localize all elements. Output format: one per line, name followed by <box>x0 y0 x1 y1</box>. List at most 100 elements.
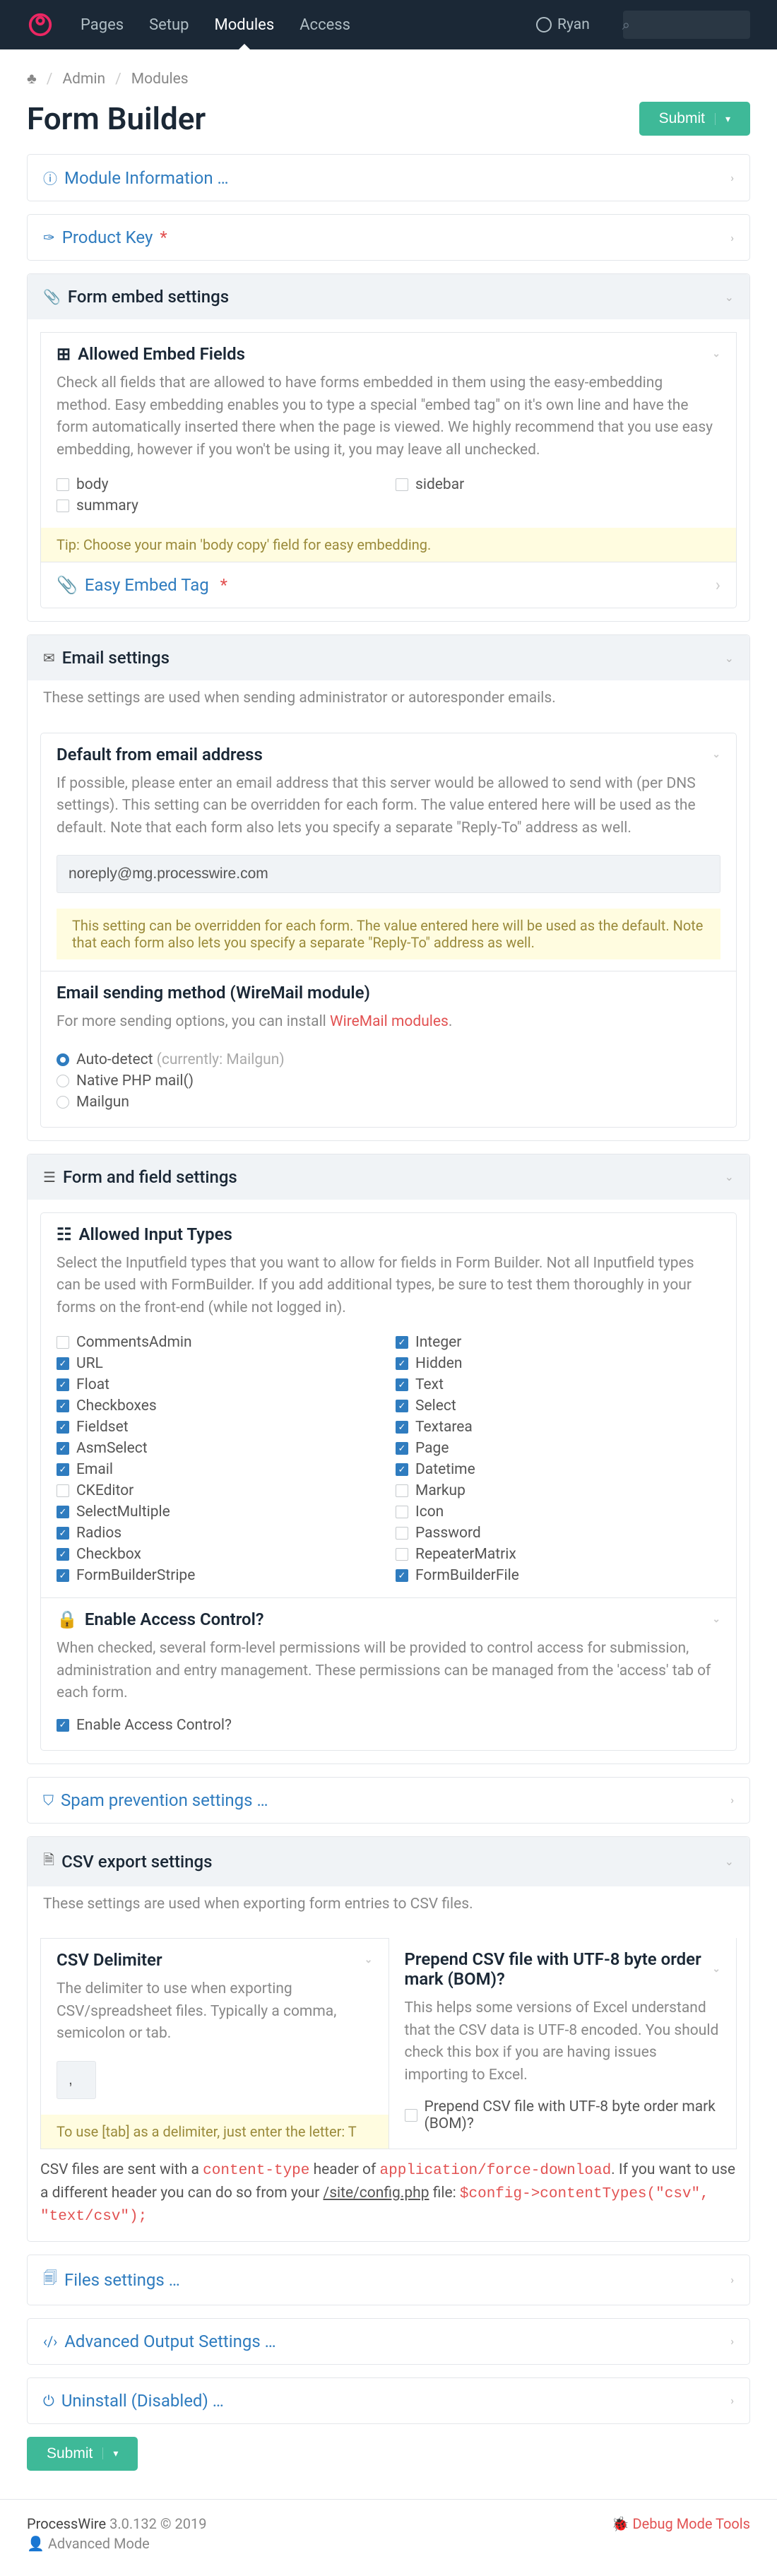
csv-delimiter-title[interactable]: CSV Delimiter ⌄ <box>41 1939 389 1974</box>
checkbox-icon: ✓ <box>57 1378 69 1391</box>
csv-delimiter-input[interactable] <box>57 2061 96 2099</box>
checkbox-checkboxes[interactable]: ✓Checkboxes <box>57 1395 381 1417</box>
checkbox-icon: ✓ <box>57 1569 69 1582</box>
module-information-toggle[interactable]: ⓘ Module Information … › <box>28 155 749 201</box>
envelope-icon: ✉ <box>43 649 55 666</box>
default-from-email-title[interactable]: Default from email address ⌄ <box>41 733 736 769</box>
form-field-settings-toggle[interactable]: ☰ Form and field settings ⌄ <box>28 1154 749 1200</box>
csv-bom-title[interactable]: Prepend CSV file with UTF-8 byte order m… <box>389 1938 737 1993</box>
power-icon: ⏻ <box>43 2392 54 2409</box>
csv-bom-checkbox[interactable]: Prepend CSV file with UTF-8 byte order m… <box>405 2096 721 2134</box>
nav-setup[interactable]: Setup <box>136 0 201 49</box>
checkbox-integer[interactable]: ✓Integer <box>396 1332 720 1353</box>
checkbox-hidden[interactable]: ✓Hidden <box>396 1353 720 1374</box>
crumb-admin[interactable]: Admin <box>62 71 105 88</box>
chevron-right-icon: › <box>730 2334 734 2348</box>
submit-button-top[interactable]: Submit ▾ <box>639 102 750 136</box>
chevron-down-icon: ⌄ <box>712 348 720 360</box>
checkbox-icon: ✓ <box>57 1506 69 1518</box>
checkbox-repeatermatrix[interactable]: RepeaterMatrix <box>396 1544 720 1565</box>
chevron-down-icon[interactable]: ▾ <box>715 113 730 125</box>
spam-settings-toggle[interactable]: ⛉ Spam prevention settings … › <box>28 1778 749 1823</box>
checkbox-icon[interactable]: Icon <box>396 1501 720 1523</box>
checkbox-body[interactable]: body <box>57 474 381 495</box>
allowed-embed-fields-title[interactable]: ⊞ Allowed Embed Fields ⌄ <box>41 333 736 368</box>
checkbox-icon: ✓ <box>396 1378 408 1391</box>
checkbox-radios[interactable]: ✓Radios <box>57 1523 381 1544</box>
uninstall-toggle[interactable]: ⏻ Uninstall (Disabled) … › <box>28 2378 749 2423</box>
checkbox-markup[interactable]: Markup <box>396 1480 720 1501</box>
user-menu[interactable]: Ryan <box>536 16 590 33</box>
radio-icon <box>57 1096 69 1109</box>
files-settings-toggle[interactable]: 🗐 Files settings … › <box>28 2255 749 2305</box>
enable-access-control-checkbox[interactable]: ✓ Enable Access Control? <box>57 1715 720 1736</box>
tree-icon[interactable]: ♣ <box>27 71 37 88</box>
checkbox-icon <box>396 1527 408 1540</box>
checkbox-icon: ✓ <box>396 1569 408 1582</box>
chevron-down-icon: ⌄ <box>725 1170 734 1183</box>
checkbox-icon <box>405 2109 417 2122</box>
logo[interactable] <box>27 11 54 38</box>
chevron-down-icon: ⌄ <box>725 651 734 665</box>
nav-modules[interactable]: Modules <box>202 0 287 49</box>
checkbox-password[interactable]: Password <box>396 1523 720 1544</box>
checkbox-page[interactable]: ✓Page <box>396 1438 720 1459</box>
debug-mode-link[interactable]: 🐞 Debug Mode Tools <box>612 2515 750 2532</box>
checkbox-textarea[interactable]: ✓Textarea <box>396 1417 720 1438</box>
radio-email-method[interactable]: Auto-detect (currently: Mailgun) <box>57 1049 720 1070</box>
code-icon: ‹/› <box>43 2333 57 2350</box>
from-email-input[interactable] <box>57 855 720 893</box>
allowed-input-types-title[interactable]: ☷ Allowed Input Types <box>41 1213 736 1248</box>
top-nav: Pages Setup Modules Access <box>68 0 363 49</box>
checkbox-icon: ✓ <box>57 1463 69 1476</box>
crumb-modules[interactable]: Modules <box>131 71 189 88</box>
csv-export-settings-toggle[interactable]: 🗎 CSV export settings ⌄ <box>28 1837 749 1886</box>
submit-button-bottom[interactable]: Submit ▾ <box>27 2437 138 2471</box>
checkbox-asmselect[interactable]: ✓AsmSelect <box>57 1438 381 1459</box>
checkbox-formbuilderstripe[interactable]: ✓FormBuilderStripe <box>57 1565 381 1586</box>
search-input[interactable] <box>623 11 750 39</box>
checkbox-sidebar[interactable]: sidebar <box>396 474 720 495</box>
chevron-right-icon: › <box>730 2273 734 2286</box>
checkbox-fieldset[interactable]: ✓Fieldset <box>57 1417 381 1438</box>
chevron-down-icon[interactable]: ▾ <box>102 2447 118 2459</box>
enable-access-control-title[interactable]: 🔒 Enable Access Control? ⌄ <box>41 1598 736 1633</box>
checkbox-icon: ✓ <box>57 1421 69 1434</box>
wiremail-link[interactable]: WireMail modules <box>330 1013 449 1030</box>
checkbox-summary[interactable]: summary <box>57 495 381 516</box>
checkbox-commentsadmin[interactable]: CommentsAdmin <box>57 1332 381 1353</box>
checkbox-url[interactable]: ✓URL <box>57 1353 381 1374</box>
nav-pages[interactable]: Pages <box>68 0 136 49</box>
page-title: Form Builder <box>27 100 206 137</box>
product-key-toggle[interactable]: ✑ Product Key* › <box>28 215 749 260</box>
checkbox-icon: ✓ <box>396 1357 408 1370</box>
checkbox-email[interactable]: ✓Email <box>57 1459 381 1480</box>
checkbox-select[interactable]: ✓Select <box>396 1395 720 1417</box>
page-footer: ProcessWire 3.0.132 © 2019 👤 Advanced Mo… <box>0 2499 777 2576</box>
user-icon <box>536 17 552 33</box>
chevron-down-icon: ⌄ <box>725 1855 734 1868</box>
checkbox-text[interactable]: ✓Text <box>396 1374 720 1395</box>
checkbox-ckeditor[interactable]: CKEditor <box>57 1480 381 1501</box>
radio-email-method[interactable]: Native PHP mail() <box>57 1070 720 1092</box>
chevron-right-icon: › <box>716 575 720 595</box>
paperclip-icon: 📎 <box>57 575 78 595</box>
radio-email-method[interactable]: Mailgun <box>57 1092 720 1113</box>
checkbox-checkbox[interactable]: ✓Checkbox <box>57 1544 381 1565</box>
checkbox-formbuilderfile[interactable]: ✓FormBuilderFile <box>396 1565 720 1586</box>
search-icon: ⌕ <box>622 16 630 33</box>
chevron-down-icon: ⌄ <box>712 1963 720 1975</box>
email-method-title[interactable]: Email sending method (WireMail module) <box>41 971 736 1007</box>
checkbox-selectmultiple[interactable]: ✓SelectMultiple <box>57 1501 381 1523</box>
easy-embed-tag-toggle[interactable]: 📎 Easy Embed Tag * › <box>41 562 736 608</box>
nav-access[interactable]: Access <box>287 0 363 49</box>
checkbox-icon <box>396 478 408 491</box>
checkbox-datetime[interactable]: ✓Datetime <box>396 1459 720 1480</box>
chevron-right-icon: › <box>730 2394 734 2407</box>
checkbox-float[interactable]: ✓Float <box>57 1374 381 1395</box>
email-settings-toggle[interactable]: ✉ Email settings ⌄ <box>28 635 749 680</box>
advanced-output-toggle[interactable]: ‹/› Advanced Output Settings … › <box>28 2319 749 2364</box>
embed-tip: Tip: Choose your main 'body copy' field … <box>41 528 736 562</box>
form-embed-settings-toggle[interactable]: 📎 Form embed settings ⌄ <box>28 274 749 319</box>
chevron-down-icon: ⌄ <box>712 1614 720 1625</box>
